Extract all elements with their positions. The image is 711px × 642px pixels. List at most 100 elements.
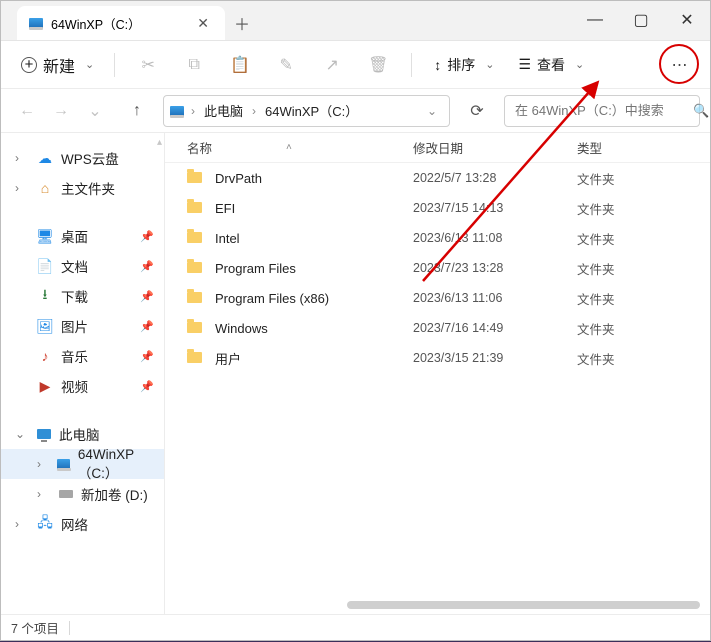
trash-icon: 🗑 bbox=[368, 55, 388, 75]
sidebar-item-quick[interactable]: › ☁ WPS云盘 bbox=[1, 143, 164, 173]
expand-toggle[interactable]: › bbox=[15, 517, 29, 531]
tab-title: 64WinXP（C:） bbox=[51, 14, 141, 33]
back-button[interactable]: ← bbox=[11, 95, 43, 127]
refresh-icon: ⟳ bbox=[470, 101, 483, 121]
column-header-date[interactable]: 修改日期 bbox=[413, 138, 577, 157]
pin-icon: 📌 bbox=[140, 320, 154, 333]
file-name: EFI bbox=[215, 201, 413, 216]
new-button[interactable]: + 新建 ⌄ bbox=[13, 48, 102, 82]
file-date: 2023/7/15 14:13 bbox=[413, 201, 577, 215]
expand-toggle[interactable]: ⌄ bbox=[15, 427, 29, 441]
sidebar-item-pinned[interactable]: 🖥 桌面 📌 bbox=[1, 221, 164, 251]
minimize-button[interactable]: — bbox=[572, 0, 618, 40]
file-name: 用户 bbox=[215, 349, 413, 368]
cut-button[interactable]: ✂ bbox=[127, 48, 169, 82]
chevron-right-icon: › bbox=[190, 104, 196, 118]
up-button[interactable]: ↑ bbox=[121, 95, 153, 127]
file-row[interactable]: 用户 2023/3/15 21:39 文件夹 bbox=[165, 343, 710, 373]
close-button[interactable]: ✕ bbox=[664, 0, 710, 40]
file-name: Windows bbox=[215, 321, 413, 336]
search-box[interactable]: 🔍 bbox=[504, 95, 700, 127]
sidebar-item-pinned[interactable]: 📄 文档 📌 bbox=[1, 251, 164, 281]
sort-button[interactable]: ↕ 排序 ⌄ bbox=[424, 48, 504, 82]
scrollbar-thumb[interactable] bbox=[347, 601, 700, 609]
new-tab-button[interactable]: ＋ bbox=[225, 6, 259, 40]
sidebar-scroll-up[interactable]: ▴ bbox=[157, 137, 162, 148]
more-icon: ⋯ bbox=[672, 55, 689, 75]
tab-current[interactable]: 64WinXP（C:） ✕ bbox=[17, 6, 225, 40]
view-label: 查看 bbox=[537, 55, 565, 75]
file-row[interactable]: DrvPath 2022/5/7 13:28 文件夹 bbox=[165, 163, 710, 193]
search-icon: 🔍 bbox=[693, 103, 709, 119]
sidebar-label-thispc: 此电脑 bbox=[59, 424, 100, 444]
sidebar-item-drive[interactable]: › 64WinXP（C:） bbox=[1, 449, 164, 479]
nav-icon: ♪ bbox=[37, 348, 53, 364]
search-input[interactable] bbox=[513, 102, 693, 119]
status-divider bbox=[69, 621, 70, 635]
file-row[interactable]: EFI 2023/7/15 14:13 文件夹 bbox=[165, 193, 710, 223]
folder-icon bbox=[187, 320, 205, 337]
expand-toggle[interactable]: › bbox=[15, 151, 29, 165]
file-row[interactable]: Intel 2023/6/13 11:08 文件夹 bbox=[165, 223, 710, 253]
sidebar-item-quick[interactable]: › ⌂ 主文件夹 bbox=[1, 173, 164, 203]
drive-icon bbox=[170, 106, 184, 116]
sidebar-item-label: 新加卷 (D:) bbox=[81, 484, 148, 504]
sidebar-item-network[interactable]: › 🖧 网络 bbox=[1, 509, 164, 539]
file-date: 2023/7/23 13:28 bbox=[413, 261, 577, 275]
folder-icon bbox=[187, 260, 205, 277]
file-row[interactable]: Program Files (x86) 2023/6/13 11:06 文件夹 bbox=[165, 283, 710, 313]
chevron-right-icon: › bbox=[251, 104, 257, 118]
breadcrumb-seg-thispc[interactable]: 此电脑 bbox=[198, 101, 249, 120]
sidebar-item-label: 主文件夹 bbox=[61, 178, 115, 198]
expand-toggle[interactable]: › bbox=[15, 181, 29, 195]
paste-icon: 📋 bbox=[230, 55, 250, 75]
breadcrumb-drop-chevron[interactable]: ⌄ bbox=[421, 104, 443, 118]
nav-icon: ▶ bbox=[37, 378, 53, 394]
sidebar-item-pinned[interactable]: 🖼 图片 📌 bbox=[1, 311, 164, 341]
chevron-down-icon: ⌄ bbox=[575, 58, 584, 71]
column-header-name[interactable]: 名称 ˄ bbox=[187, 138, 413, 157]
folder-icon bbox=[187, 200, 205, 217]
plus-circle-icon: + bbox=[21, 57, 37, 73]
toolbar-divider bbox=[114, 53, 115, 77]
sidebar-item-pinned[interactable]: ⭳ 下载 📌 bbox=[1, 281, 164, 311]
view-button[interactable]: ☰ 查看 ⌄ bbox=[508, 48, 594, 82]
file-row[interactable]: Windows 2023/7/16 14:49 文件夹 bbox=[165, 313, 710, 343]
expand-toggle[interactable]: › bbox=[37, 457, 49, 471]
column-header-name-label: 名称 bbox=[187, 138, 212, 157]
more-button[interactable]: ⋯ bbox=[662, 47, 698, 83]
maximize-button[interactable]: ▢ bbox=[618, 0, 664, 40]
sidebar-item-pinned[interactable]: ♪ 音乐 📌 bbox=[1, 341, 164, 371]
explorer-window: 64WinXP（C:） ✕ ＋ — ▢ ✕ + 新建 ⌄ ✂ ⧉ 📋 ✎ ↗ 🗑… bbox=[0, 0, 711, 641]
forward-button[interactable]: → bbox=[45, 95, 77, 127]
sidebar-item-label: 文档 bbox=[61, 256, 88, 276]
sidebar-item-drive[interactable]: › 新加卷 (D:) bbox=[1, 479, 164, 509]
share-button[interactable]: ↗ bbox=[311, 48, 353, 82]
pin-icon: 📌 bbox=[140, 230, 154, 243]
sort-icon: ↕ bbox=[434, 57, 441, 73]
expand-toggle[interactable]: › bbox=[37, 487, 51, 501]
column-header-type-label: 类型 bbox=[577, 142, 602, 156]
pin-icon: 📌 bbox=[140, 260, 154, 273]
file-date: 2023/7/16 14:49 bbox=[413, 321, 577, 335]
horizontal-scrollbar[interactable] bbox=[335, 598, 700, 612]
tab-close-button[interactable]: ✕ bbox=[191, 13, 215, 34]
sidebar-item-pinned[interactable]: ▶ 视频 📌 bbox=[1, 371, 164, 401]
history-chevron[interactable]: ⌄ bbox=[79, 95, 111, 127]
delete-button[interactable]: 🗑 bbox=[357, 48, 399, 82]
toolbar: + 新建 ⌄ ✂ ⧉ 📋 ✎ ↗ 🗑 ↕ 排序 ⌄ ☰ 查看 ⌄ ⋯ bbox=[1, 41, 710, 89]
file-date: 2023/6/13 11:06 bbox=[413, 291, 577, 305]
breadcrumb-seg-drive[interactable]: 64WinXP（C:） bbox=[259, 101, 364, 120]
rename-button[interactable]: ✎ bbox=[265, 48, 307, 82]
refresh-button[interactable]: ⟳ bbox=[460, 95, 494, 127]
file-row[interactable]: Program Files 2023/7/23 13:28 文件夹 bbox=[165, 253, 710, 283]
breadcrumb[interactable]: › 此电脑 › 64WinXP（C:） ⌄ bbox=[163, 95, 450, 127]
column-header-date-label: 修改日期 bbox=[413, 142, 463, 156]
sidebar-item-thispc[interactable]: ⌄ 此电脑 bbox=[1, 419, 164, 449]
column-header-type[interactable]: 类型 bbox=[577, 138, 710, 157]
copy-button[interactable]: ⧉ bbox=[173, 48, 215, 82]
sidebar-item-label: 下载 bbox=[61, 286, 88, 306]
arrow-left-icon: ← bbox=[19, 102, 35, 120]
chevron-down-icon: ⌄ bbox=[85, 58, 94, 71]
paste-button[interactable]: 📋 bbox=[219, 48, 261, 82]
